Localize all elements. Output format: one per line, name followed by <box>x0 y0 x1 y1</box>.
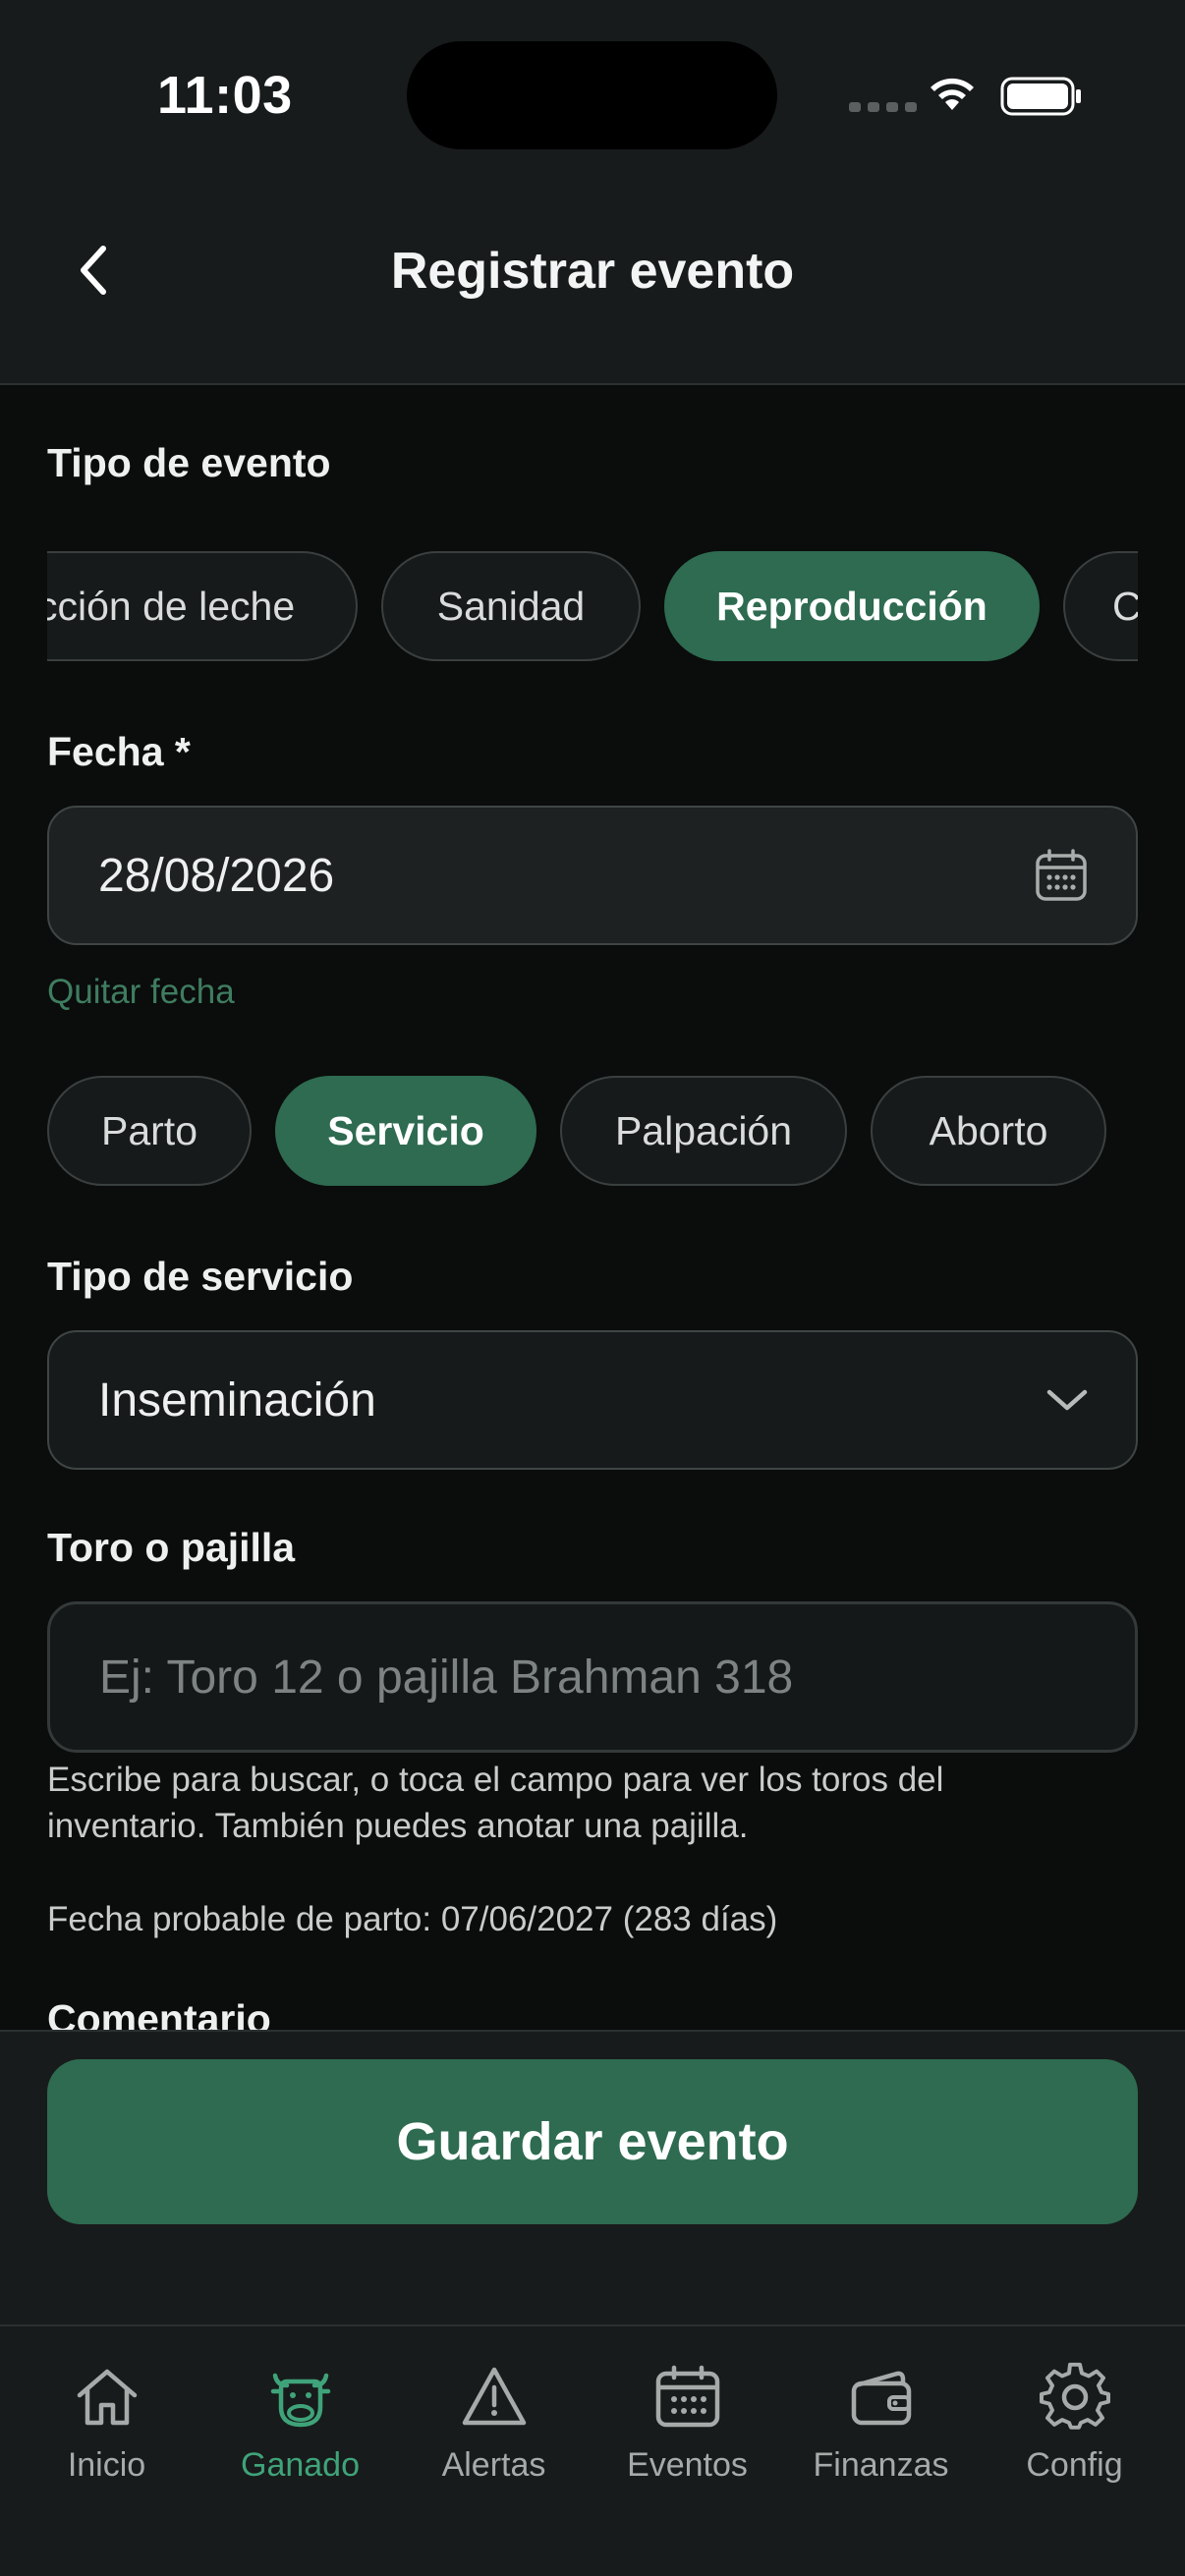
tab-finanzas[interactable]: Finanzas <box>784 2362 978 2485</box>
repro-type-chips: Parto Servicio Palpación Aborto <box>47 1076 1138 1190</box>
tab-label: Inicio <box>67 2446 146 2484</box>
tab-ganado[interactable]: Ganado <box>203 2362 397 2485</box>
bull-help-line2: inventario. También puedes anotar una pa… <box>47 1807 749 1845</box>
dynamic-island <box>407 41 777 149</box>
chip-parto[interactable]: Parto <box>47 1076 252 1186</box>
tab-label: Finanzas <box>813 2446 949 2484</box>
chip-palpacion[interactable]: Palpación <box>560 1076 847 1186</box>
home-icon <box>77 2369 137 2426</box>
warning-icon <box>462 2367 526 2426</box>
chip-aborto[interactable]: Aborto <box>871 1076 1106 1186</box>
bull-search-input[interactable]: Ej: Toro 12 o pajilla Brahman 318 <box>47 1601 1138 1753</box>
service-type-label: Tipo de servicio <box>47 1254 354 1299</box>
save-event-button[interactable]: Guardar evento <box>47 2059 1138 2224</box>
date-value: 28/08/2026 <box>98 849 335 902</box>
wifi-icon <box>931 78 974 110</box>
tab-inicio[interactable]: Inicio <box>10 2362 203 2485</box>
gear-icon <box>1039 2362 1110 2430</box>
tab-eventos[interactable]: Eventos <box>591 2362 784 2485</box>
tab-label: Alertas <box>441 2446 546 2484</box>
tab-config[interactable]: Config <box>978 2362 1171 2485</box>
tab-label: Ganado <box>241 2446 360 2484</box>
cell-signal-icon <box>849 102 917 112</box>
status-time: 11:03 <box>157 66 293 125</box>
bull-label: Toro o pajilla <box>47 1525 296 1570</box>
service-type-select[interactable]: Inseminación <box>47 1330 1138 1470</box>
event-type-label: Tipo de evento <box>47 440 331 485</box>
chip-sanidad[interactable]: Sanidad <box>381 551 641 661</box>
event-type-chips: cción de leche Sanidad Reproducción C <box>47 551 1138 665</box>
service-type-value: Inseminación <box>98 1373 376 1427</box>
tab-label: Eventos <box>627 2446 748 2484</box>
calendar-icon[interactable] <box>1034 848 1089 903</box>
wallet-icon <box>851 2371 911 2426</box>
chip-next-partial[interactable]: C <box>1063 551 1138 661</box>
bull-placeholder: Ej: Toro 12 o pajilla Brahman 318 <box>99 1651 794 1704</box>
tab-bar: Inicio Ganado Alertas Eventos Finanzas C… <box>0 2324 1185 2576</box>
bull-help-text: Escribe para buscar, o toca el campo par… <box>47 1757 1128 1849</box>
chevron-down-icon <box>1046 1389 1088 1411</box>
calendar-icon <box>655 2365 719 2428</box>
cow-icon <box>270 2373 330 2428</box>
header-bar: 11:03 Registrar evento <box>0 0 1185 385</box>
due-date-text: Fecha probable de parto: 07/06/2027 (283… <box>47 1900 778 1938</box>
tab-label: Config <box>1026 2446 1123 2484</box>
date-label: Fecha * <box>47 729 191 774</box>
save-area: Guardar evento <box>0 2030 1185 2324</box>
chip-reproduccion[interactable]: Reproducción <box>664 551 1040 661</box>
bull-help-line1: Escribe para buscar, o toca el campo par… <box>47 1761 944 1799</box>
chip-milk-production[interactable]: cción de leche <box>47 551 358 661</box>
date-field[interactable]: 28/08/2026 <box>47 806 1138 945</box>
battery-icon <box>1000 77 1081 116</box>
clear-date-link[interactable]: Quitar fecha <box>47 973 235 1012</box>
tab-alertas[interactable]: Alertas <box>397 2362 591 2485</box>
chip-servicio[interactable]: Servicio <box>275 1076 536 1186</box>
page-title: Registrar evento <box>390 243 795 300</box>
screen: 11:03 Registrar evento Tipo de evento cc… <box>0 0 1185 2576</box>
